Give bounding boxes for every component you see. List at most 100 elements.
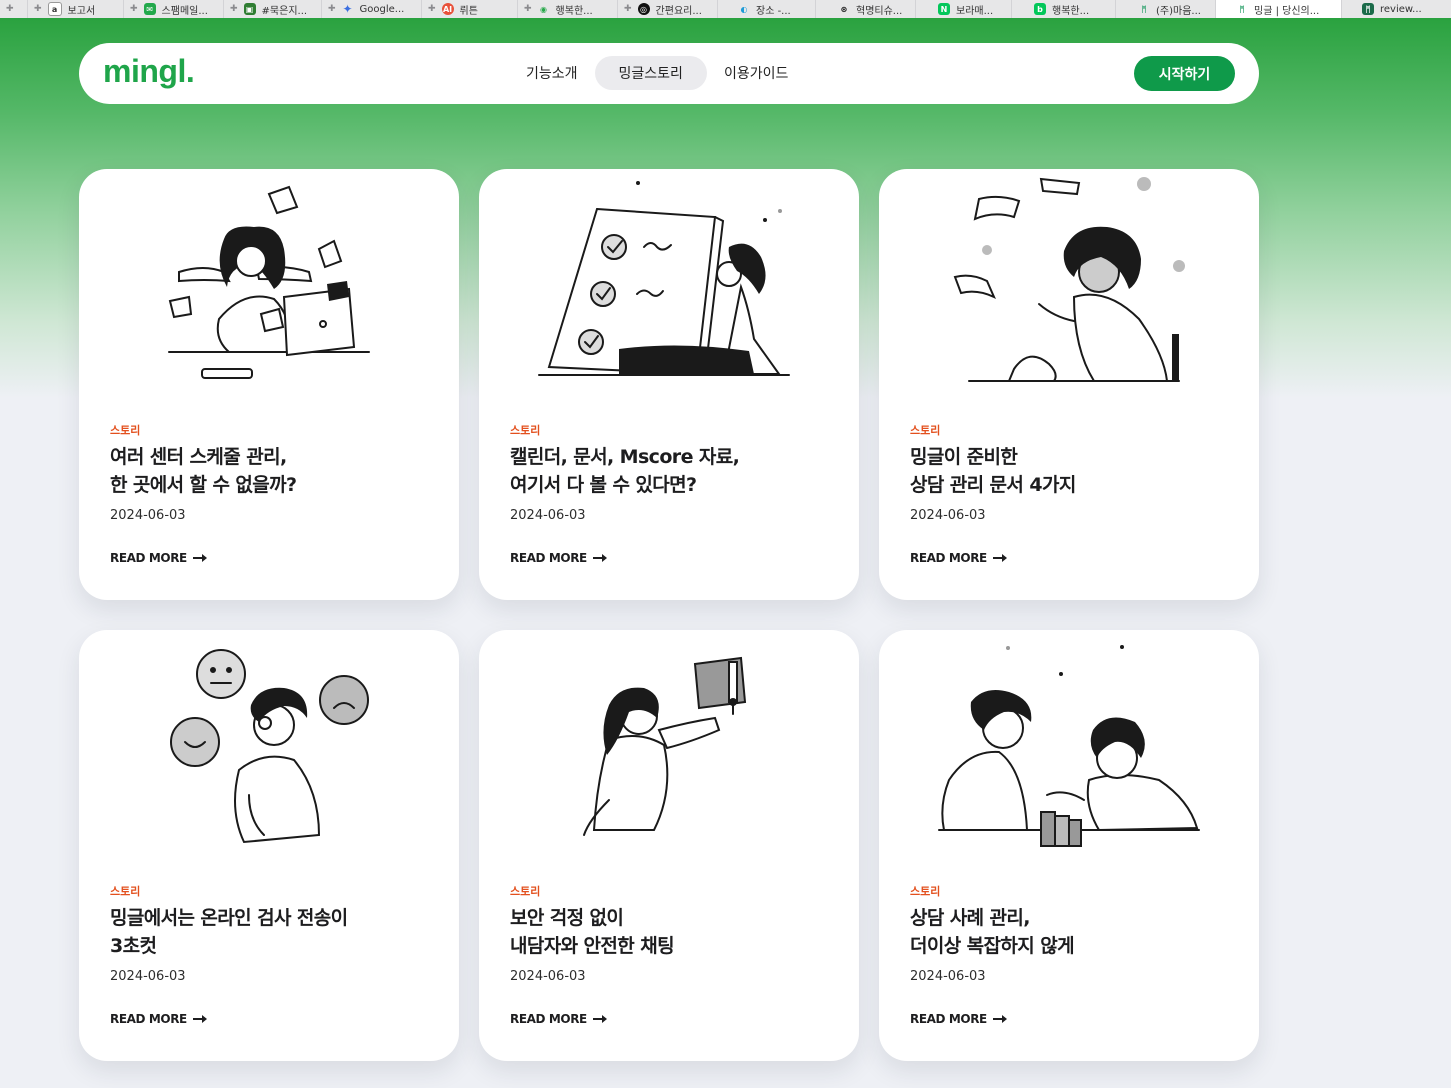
tab-label: 뤼튼 (459, 5, 478, 17)
read-more-link[interactable]: READ MORE (510, 551, 607, 565)
browser-tab[interactable]: ᛗ review... (1342, 0, 1451, 18)
arrow-right-icon (192, 554, 207, 562)
favicon-icon: ᛗ (1362, 3, 1374, 15)
favicon-icon: ⊛ (840, 4, 848, 14)
browser-tab-strip: ✚ ✚ a 보고서 ✚ ✉ 스팸메일... ✚ ▣ #묵은지... ✚ ✦ Google... … (0, 0, 1451, 19)
main-menu: 기능소개 밍글스토리 이용가이드 (509, 56, 805, 90)
tab-label: (주)마음... (1156, 5, 1201, 17)
card-title-line: 여기서 다 볼 수 있다면? (510, 474, 697, 496)
browser-tab-active[interactable]: ᛗ 밍글 | 당신의... (1216, 0, 1342, 18)
browser-tab[interactable]: ◐ 장소 -... (718, 0, 816, 18)
card-title-line: 상담 관리 문서 4가지 (910, 474, 1076, 496)
browser-tab[interactable]: ✚ a 보고서 (28, 0, 124, 18)
card-date: 2024-06-03 (910, 969, 986, 984)
browser-tab[interactable]: ✚ ✉ 스팸메일... (124, 0, 224, 18)
favicon-icon: ◎ (637, 3, 650, 15)
stressed-person-illustration (168, 185, 370, 379)
card-title: 밍글이 준비한 상담 관리 문서 4가지 (910, 443, 1240, 499)
pin-icon: ✚ (524, 4, 532, 14)
mingl-logo[interactable]: mingl. (103, 53, 195, 90)
card-category: 스토리 (510, 424, 541, 437)
story-card[interactable]: 스토리 밍글이 준비한 상담 관리 문서 4가지 2024-06-03 READ… (879, 169, 1259, 600)
tab-label: 행복한... (1052, 5, 1090, 17)
browser-tab[interactable]: ✚ ▣ #묵은지... (224, 0, 322, 18)
card-date: 2024-06-03 (510, 508, 586, 523)
card-title: 상담 사례 관리, 더이상 복잡하지 않게 (910, 904, 1240, 960)
card-title: 여러 센터 스케줄 관리, 한 곳에서 할 수 없을까? (110, 443, 440, 499)
read-more-link[interactable]: READ MORE (110, 551, 207, 565)
secure-folder-illustration (583, 656, 747, 836)
favicon-icon: a (47, 2, 62, 16)
browser-tab[interactable]: ✚ (0, 0, 28, 18)
counseling-pair-illustration (938, 645, 1200, 847)
card-title-line: 내담자와 안전한 채팅 (510, 935, 675, 957)
pin-icon: ✚ (130, 4, 138, 14)
start-button[interactable]: 시작하기 (1134, 56, 1235, 91)
read-more-label: READ MORE (110, 551, 187, 565)
browser-tab[interactable]: ✚ ◉ 행복한... (518, 0, 618, 18)
tab-label: 행복한... (555, 5, 593, 17)
pin-icon: ✚ (230, 4, 238, 14)
browser-tab[interactable]: ✚ ✦ Google... (322, 0, 422, 18)
card-date: 2024-06-03 (510, 969, 586, 984)
card-title-line: 밍글에서는 온라인 검사 전송이 (110, 907, 348, 929)
favicon-icon: ᛗ (1141, 4, 1147, 14)
menu-item-story[interactable]: 밍글스토리 (594, 56, 707, 90)
favicon-icon: AI (441, 3, 454, 15)
story-card[interactable]: 스토리 보안 걱정 없이 내담자와 안전한 채팅 2024-06-03 READ… (479, 630, 859, 1061)
card-category: 스토리 (910, 424, 941, 437)
pin-icon: ✚ (624, 4, 632, 14)
menu-item-guide[interactable]: 이용가이드 (707, 56, 805, 90)
card-date: 2024-06-03 (910, 508, 986, 523)
pin-icon: ✚ (6, 4, 14, 14)
card-title: 보안 걱정 없이 내담자와 안전한 채팅 (510, 904, 840, 960)
read-more-link[interactable]: READ MORE (510, 1012, 607, 1026)
arrow-right-icon (592, 1015, 607, 1023)
browser-tab[interactable]: ᛗ (주)마음... (1116, 0, 1216, 18)
card-title: 밍글에서는 온라인 검사 전송이 3초컷 (110, 904, 440, 960)
read-more-link[interactable]: READ MORE (910, 1012, 1007, 1026)
tab-label: 간편요리... (655, 5, 702, 17)
menu-item-features[interactable]: 기능소개 (509, 56, 595, 90)
arrow-right-icon (992, 1015, 1007, 1023)
browser-tab[interactable]: N 보라매... (916, 0, 1012, 18)
favicon-icon: b (1034, 3, 1046, 15)
tab-label: 보고서 (67, 5, 96, 17)
browser-tab[interactable]: ✚ ◎ 간편요리... (618, 0, 718, 18)
favicon-icon: ᛗ (1239, 4, 1245, 14)
read-more-link[interactable]: READ MORE (910, 551, 1007, 565)
thinking-person-illustration (170, 649, 369, 844)
card-title-line: 3초컷 (110, 935, 157, 957)
pin-icon: ✚ (328, 4, 336, 14)
read-more-label: READ MORE (510, 551, 587, 565)
read-more-link[interactable]: READ MORE (110, 1012, 207, 1026)
browser-tab[interactable]: b 행복한... (1012, 0, 1116, 18)
tab-label: review... (1380, 3, 1422, 15)
arrow-right-icon (592, 554, 607, 562)
story-card[interactable]: 스토리 상담 사례 관리, 더이상 복잡하지 않게 2024-06-03 REA… (879, 630, 1259, 1061)
read-more-label: READ MORE (910, 551, 987, 565)
pin-icon: ✚ (34, 4, 42, 14)
card-title: 캘린더, 문서, Mscore 자료, 여기서 다 볼 수 있다면? (510, 443, 840, 499)
tab-label: Google... (359, 3, 405, 15)
checklist-illustration (538, 181, 790, 376)
pin-icon: ✚ (428, 4, 436, 14)
tab-label: 보라매... (956, 5, 994, 17)
card-date: 2024-06-03 (110, 508, 186, 523)
card-category: 스토리 (110, 885, 141, 898)
card-category: 스토리 (910, 885, 941, 898)
top-navbar: mingl. 기능소개 밍글스토리 이용가이드 시작하기 (79, 43, 1259, 104)
read-more-label: READ MORE (910, 1012, 987, 1026)
browser-tab[interactable]: ✚ AI 뤼튼 (422, 0, 518, 18)
browser-tab[interactable]: ⊛ 혁명티슈... (816, 0, 916, 18)
tab-label: 밍글 | 당신의... (1254, 5, 1320, 17)
read-more-label: READ MORE (110, 1012, 187, 1026)
story-card[interactable]: 스토리 밍글에서는 온라인 검사 전송이 3초컷 2024-06-03 READ… (79, 630, 459, 1061)
story-card[interactable]: 스토리 캘린더, 문서, Mscore 자료, 여기서 다 볼 수 있다면? 2… (479, 169, 859, 600)
read-more-label: READ MORE (510, 1012, 587, 1026)
story-card[interactable]: 스토리 여러 센터 스케줄 관리, 한 곳에서 할 수 없을까? 2024-06… (79, 169, 459, 600)
tab-label: #묵은지... (261, 5, 308, 17)
arrow-right-icon (992, 554, 1007, 562)
favicon-icon: ✉ (143, 3, 156, 15)
typing-person-illustration (953, 177, 1185, 382)
